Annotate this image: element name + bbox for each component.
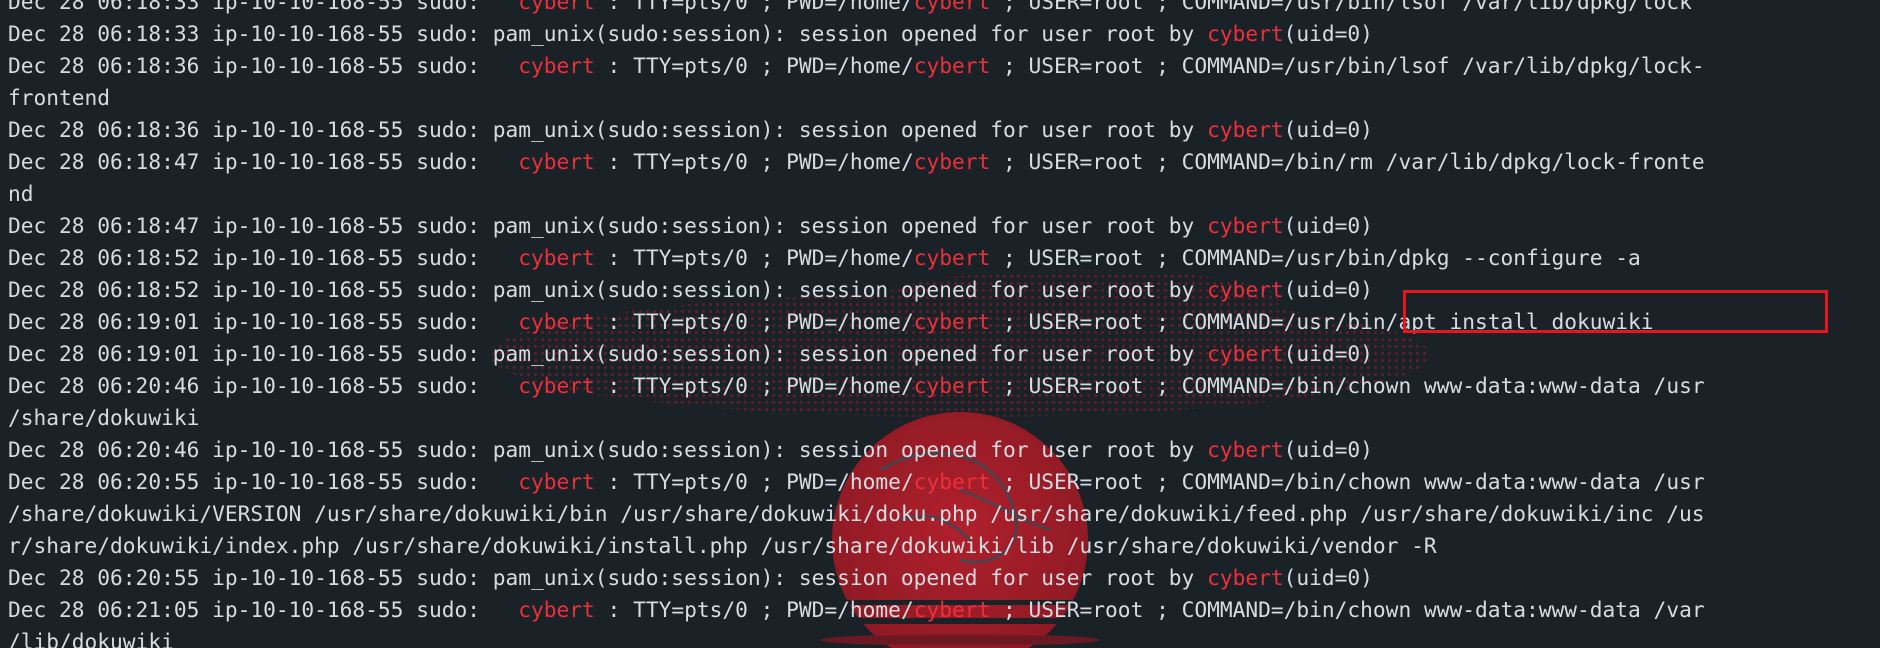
username-highlight: cybert — [913, 373, 991, 398]
log-text: (uid=0) — [1283, 565, 1373, 590]
log-text: Dec 28 06:18:33 ip-10-10-168-55 sudo: pa… — [8, 21, 1208, 46]
log-text: (uid=0) — [1283, 213, 1373, 238]
log-text: Dec 28 06:19:01 ip-10-10-168-55 sudo: pa… — [8, 341, 1208, 366]
log-text: : TTY=pts/0 ; PWD=/home/ — [594, 0, 914, 14]
log-text: Dec 28 06:18:52 ip-10-10-168-55 sudo: — [8, 245, 519, 270]
log-line: nd — [8, 178, 1705, 210]
log-text: (uid=0) — [1283, 437, 1373, 462]
log-line: Dec 28 06:18:47 ip-10-10-168-55 sudo: pa… — [8, 210, 1705, 242]
username-highlight: cybert — [913, 245, 991, 270]
log-text: : TTY=pts/0 ; PWD=/home/ — [594, 373, 914, 398]
username-highlight: cybert — [518, 597, 595, 622]
log-text: Dec 28 06:18:47 ip-10-10-168-55 sudo: — [8, 149, 519, 174]
username-highlight: cybert — [913, 0, 991, 14]
log-text: : TTY=pts/0 ; PWD=/home/ — [594, 469, 914, 494]
log-line: Dec 28 06:19:01 ip-10-10-168-55 sudo: pa… — [8, 338, 1705, 370]
log-line: Dec 28 06:20:46 ip-10-10-168-55 sudo: pa… — [8, 434, 1705, 466]
log-text: ; USER=root ; COMMAND=/usr/bin/dpkg --co… — [990, 245, 1641, 270]
log-line: Dec 28 06:20:55 ip-10-10-168-55 sudo: cy… — [8, 466, 1705, 498]
log-text: : TTY=pts/0 ; PWD=/home/ — [594, 245, 914, 270]
log-text: ; USER=root ; COMMAND=/bin/rm /var/lib/d… — [990, 149, 1705, 174]
username-highlight: cybert — [913, 309, 991, 334]
log-line: r/share/dokuwiki/index.php /usr/share/do… — [8, 530, 1705, 562]
log-line: Dec 28 06:18:52 ip-10-10-168-55 sudo: cy… — [8, 242, 1705, 274]
log-text: nd — [8, 181, 34, 206]
log-text: /lib/dokuwiki — [8, 629, 174, 648]
log-text: Dec 28 06:21:05 ip-10-10-168-55 sudo: — [8, 597, 519, 622]
log-text: /share/dokuwiki — [8, 405, 200, 430]
log-line: Dec 28 06:18:33 ip-10-10-168-55 sudo: pa… — [8, 18, 1705, 50]
log-text: ; USER=root ; COMMAND=/usr/bin/lsof /var… — [990, 53, 1705, 78]
log-line: Dec 28 06:21:05 ip-10-10-168-55 sudo: cy… — [8, 594, 1705, 626]
username-highlight: cybert — [1207, 21, 1284, 46]
username-highlight: cybert — [1207, 213, 1284, 238]
log-text: r/share/dokuwiki/index.php /usr/share/do… — [8, 533, 1437, 558]
highlight-box-apt-install — [1403, 290, 1828, 333]
log-text: : TTY=pts/0 ; PWD=/home/ — [594, 149, 914, 174]
log-text: : TTY=pts/0 ; PWD=/home/ — [594, 597, 914, 622]
username-highlight: cybert — [1207, 117, 1284, 142]
log-line: frontend — [8, 82, 1705, 114]
log-text: Dec 28 06:20:46 ip-10-10-168-55 sudo: — [8, 373, 519, 398]
log-text: (uid=0) — [1283, 117, 1373, 142]
log-text: Dec 28 06:19:01 ip-10-10-168-55 sudo: — [8, 309, 519, 334]
log-line: /share/dokuwiki — [8, 402, 1705, 434]
log-text: Dec 28 06:20:55 ip-10-10-168-55 sudo: pa… — [8, 565, 1208, 590]
username-highlight: cybert — [518, 309, 595, 334]
log-text: : TTY=pts/0 ; PWD=/home/ — [594, 309, 914, 334]
log-text: Dec 28 06:18:52 ip-10-10-168-55 sudo: pa… — [8, 277, 1208, 302]
username-highlight: cybert — [913, 597, 991, 622]
username-highlight: cybert — [1207, 277, 1284, 302]
log-text: ; USER=root ; COMMAND=/usr/bin/lsof /var… — [990, 0, 1692, 14]
log-line: Dec 28 06:18:36 ip-10-10-168-55 sudo: cy… — [8, 50, 1705, 82]
log-line: Dec 28 06:18:33 ip-10-10-168-55 sudo: cy… — [8, 0, 1705, 18]
username-highlight: cybert — [913, 149, 991, 174]
log-text: Dec 28 06:18:36 ip-10-10-168-55 sudo: pa… — [8, 117, 1208, 142]
log-text: (uid=0) — [1283, 21, 1373, 46]
username-highlight: cybert — [518, 373, 595, 398]
username-highlight: cybert — [518, 245, 595, 270]
log-line: Dec 28 06:20:55 ip-10-10-168-55 sudo: pa… — [8, 562, 1705, 594]
log-text: ; USER=root ; COMMAND=/bin/chown www-dat… — [990, 469, 1705, 494]
log-text: Dec 28 06:18:33 ip-10-10-168-55 sudo: — [8, 0, 519, 14]
username-highlight: cybert — [518, 469, 595, 494]
log-text: Dec 28 06:18:47 ip-10-10-168-55 sudo: pa… — [8, 213, 1208, 238]
log-text: Dec 28 06:20:46 ip-10-10-168-55 sudo: pa… — [8, 437, 1208, 462]
log-text: : TTY=pts/0 ; PWD=/home/ — [594, 53, 914, 78]
log-text: ; USER=root ; COMMAND=/bin/chown www-dat… — [990, 597, 1705, 622]
log-line: Dec 28 06:18:36 ip-10-10-168-55 sudo: pa… — [8, 114, 1705, 146]
log-text: frontend — [8, 85, 111, 110]
log-line: /share/dokuwiki/VERSION /usr/share/dokuw… — [8, 498, 1705, 530]
username-highlight: cybert — [913, 53, 991, 78]
log-line: Dec 28 06:18:47 ip-10-10-168-55 sudo: cy… — [8, 146, 1705, 178]
log-text: /share/dokuwiki/VERSION /usr/share/dokuw… — [8, 501, 1705, 526]
username-highlight: cybert — [913, 469, 991, 494]
terminal-window[interactable]: Dec 28 06:18:33 ip-10-10-168-55 sudo: cy… — [0, 0, 1880, 648]
log-text: Dec 28 06:20:55 ip-10-10-168-55 sudo: — [8, 469, 519, 494]
username-highlight: cybert — [1207, 437, 1284, 462]
log-text: (uid=0) — [1283, 277, 1373, 302]
username-highlight: cybert — [518, 149, 595, 174]
log-line: Dec 28 06:20:46 ip-10-10-168-55 sudo: cy… — [8, 370, 1705, 402]
log-text: Dec 28 06:18:36 ip-10-10-168-55 sudo: — [8, 53, 519, 78]
username-highlight: cybert — [1207, 341, 1284, 366]
log-text: (uid=0) — [1283, 341, 1373, 366]
username-highlight: cybert — [518, 53, 595, 78]
log-line: /lib/dokuwiki — [8, 626, 1705, 648]
username-highlight: cybert — [1207, 565, 1284, 590]
log-text: ; USER=root ; COMMAND=/bin/chown www-dat… — [990, 373, 1705, 398]
username-highlight: cybert — [518, 0, 595, 14]
